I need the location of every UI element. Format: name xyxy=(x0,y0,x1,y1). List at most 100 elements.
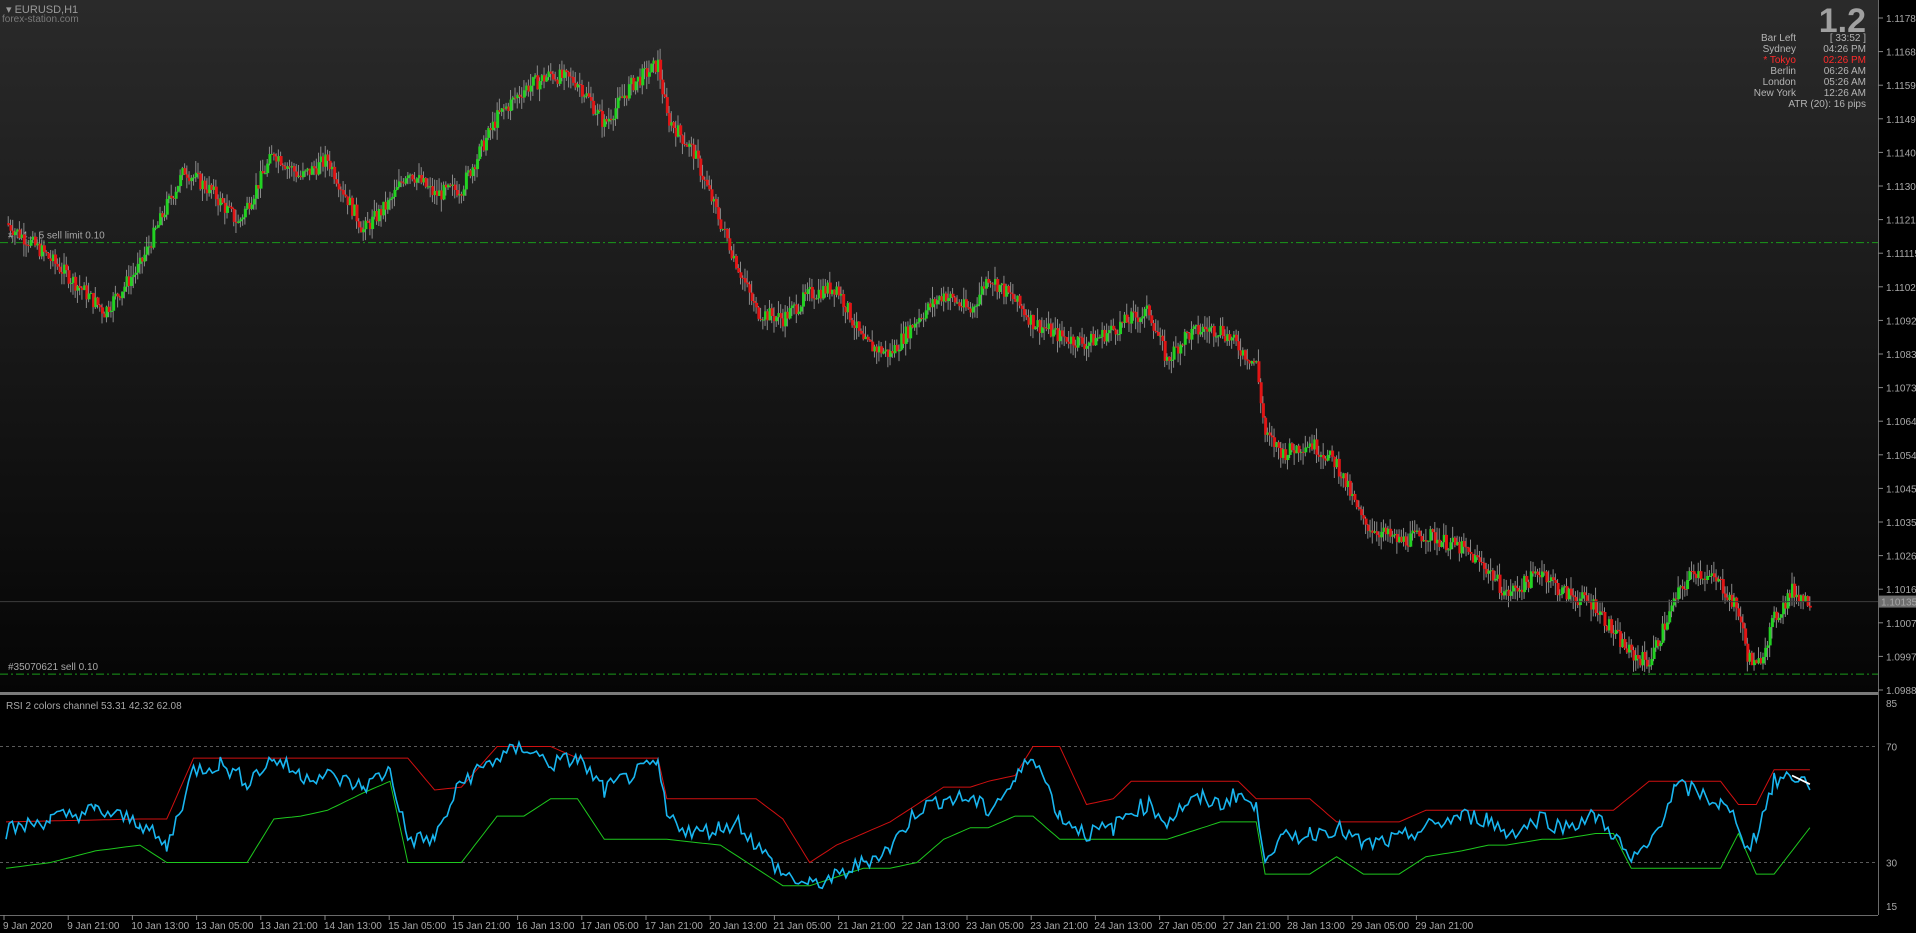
candle-body xyxy=(1154,330,1158,332)
candle-body xyxy=(1235,334,1239,342)
candle-body xyxy=(529,85,533,92)
time-tick-label: 29 Jan 05:00 xyxy=(1351,921,1409,932)
chart-canvas[interactable]: #...4....5 sell limit 0.10#35070621 sell… xyxy=(0,0,1916,933)
candle-body xyxy=(661,79,665,95)
candle-body xyxy=(1297,445,1301,453)
candle-body xyxy=(279,156,283,166)
candle-body xyxy=(779,313,783,319)
candle-body xyxy=(183,168,187,175)
candle-body xyxy=(964,299,968,308)
candle-body xyxy=(971,306,975,313)
candle-body xyxy=(1246,359,1250,361)
price-tick-label: 1.11400 xyxy=(1886,148,1916,159)
candle-body xyxy=(587,93,591,98)
candle-body xyxy=(1360,509,1364,516)
time-tick-label: 9 Jan 21:00 xyxy=(67,921,120,932)
candle-body xyxy=(1112,325,1116,330)
candle-body xyxy=(1569,588,1573,596)
candle-body xyxy=(42,245,46,252)
candle-body xyxy=(531,77,535,86)
time-tick-label: 14 Jan 13:00 xyxy=(324,921,382,932)
candle-body xyxy=(1007,285,1011,293)
candle-body xyxy=(1322,454,1326,459)
candle-body xyxy=(790,305,794,309)
candle-body xyxy=(1116,334,1120,336)
candle-body xyxy=(406,175,410,179)
candle-body xyxy=(362,229,366,233)
candle-body xyxy=(958,302,962,307)
candle-body xyxy=(1404,536,1408,546)
candle-body xyxy=(1525,575,1529,582)
price-tick-label: 1.09975 xyxy=(1886,652,1916,663)
candle-body xyxy=(1686,580,1690,590)
candle-body xyxy=(1761,656,1765,664)
rsi-pane-background xyxy=(0,693,1878,915)
candle-body xyxy=(953,297,957,303)
price-tick-label: 1.11685 xyxy=(1886,48,1916,59)
candle-body xyxy=(388,198,392,201)
time-tick-label: 28 Jan 13:00 xyxy=(1287,921,1345,932)
candle-body xyxy=(1668,611,1672,623)
rsi-tick-label: 30 xyxy=(1886,859,1898,870)
info-row-label: Sydney xyxy=(1762,44,1796,55)
candle-body xyxy=(1331,450,1335,457)
candle-body xyxy=(647,72,651,77)
rsi-indicator-label: RSI 2 colors channel 53.31 42.32 62.08 xyxy=(6,701,182,712)
time-tick-label: 27 Jan 05:00 xyxy=(1159,921,1217,932)
candle-body xyxy=(484,137,488,151)
candle-body xyxy=(1409,533,1413,547)
info-row-label: Bar Left xyxy=(1760,33,1796,44)
rsi-tick-label: 15 xyxy=(1886,902,1898,913)
info-row: New York 12:26 AM xyxy=(1736,88,1866,99)
candle-body xyxy=(1286,454,1290,461)
candle-body xyxy=(1514,585,1518,588)
candle-body xyxy=(663,94,667,98)
candle-body xyxy=(7,223,11,226)
candle-body xyxy=(868,339,872,342)
candle-body xyxy=(1724,593,1728,598)
candle-body xyxy=(967,307,971,309)
candle-body xyxy=(179,175,183,187)
candle-body xyxy=(1630,644,1634,651)
candle-body xyxy=(1257,361,1261,383)
time-tick-label: 13 Jan 21:00 xyxy=(260,921,318,932)
candle-body xyxy=(1603,611,1607,626)
candle-body xyxy=(1105,333,1109,342)
candle-body xyxy=(810,286,814,299)
candle-body xyxy=(518,94,522,97)
candle-body xyxy=(1009,292,1013,294)
price-tick-label: 1.10735 xyxy=(1886,384,1916,395)
candle-body xyxy=(230,206,234,209)
candle-body xyxy=(1034,327,1038,330)
candle-body xyxy=(272,153,276,157)
candle-body xyxy=(1498,574,1502,593)
candle-body xyxy=(757,307,761,319)
candle-body xyxy=(1190,329,1194,340)
candle-body xyxy=(134,272,138,275)
candle-body xyxy=(851,320,855,326)
candle-body xyxy=(1139,318,1143,322)
candle-body xyxy=(266,163,270,174)
candle-body xyxy=(400,181,404,183)
candle-body xyxy=(335,179,339,184)
candle-body xyxy=(1623,639,1627,649)
candle-body xyxy=(121,291,125,299)
price-tick-label: 1.11115 xyxy=(1886,249,1916,260)
candle-body xyxy=(163,214,167,218)
candle-body xyxy=(1023,309,1027,316)
candle-body xyxy=(1545,571,1549,583)
candle-body xyxy=(1737,608,1741,617)
candle-body xyxy=(565,70,569,73)
candle-body xyxy=(598,109,602,112)
candle-body xyxy=(292,166,296,172)
candle-body xyxy=(130,277,134,286)
candle-body xyxy=(1217,335,1221,337)
candle-body xyxy=(1306,446,1310,448)
info-row: Sydney 04:26 PM xyxy=(1736,44,1866,55)
candle-body xyxy=(797,311,801,314)
candle-body xyxy=(1348,480,1352,497)
candle-body xyxy=(259,171,263,189)
candle-body xyxy=(263,173,267,175)
price-tick-label: 1.11305 xyxy=(1886,182,1916,193)
candle-body xyxy=(857,321,861,331)
